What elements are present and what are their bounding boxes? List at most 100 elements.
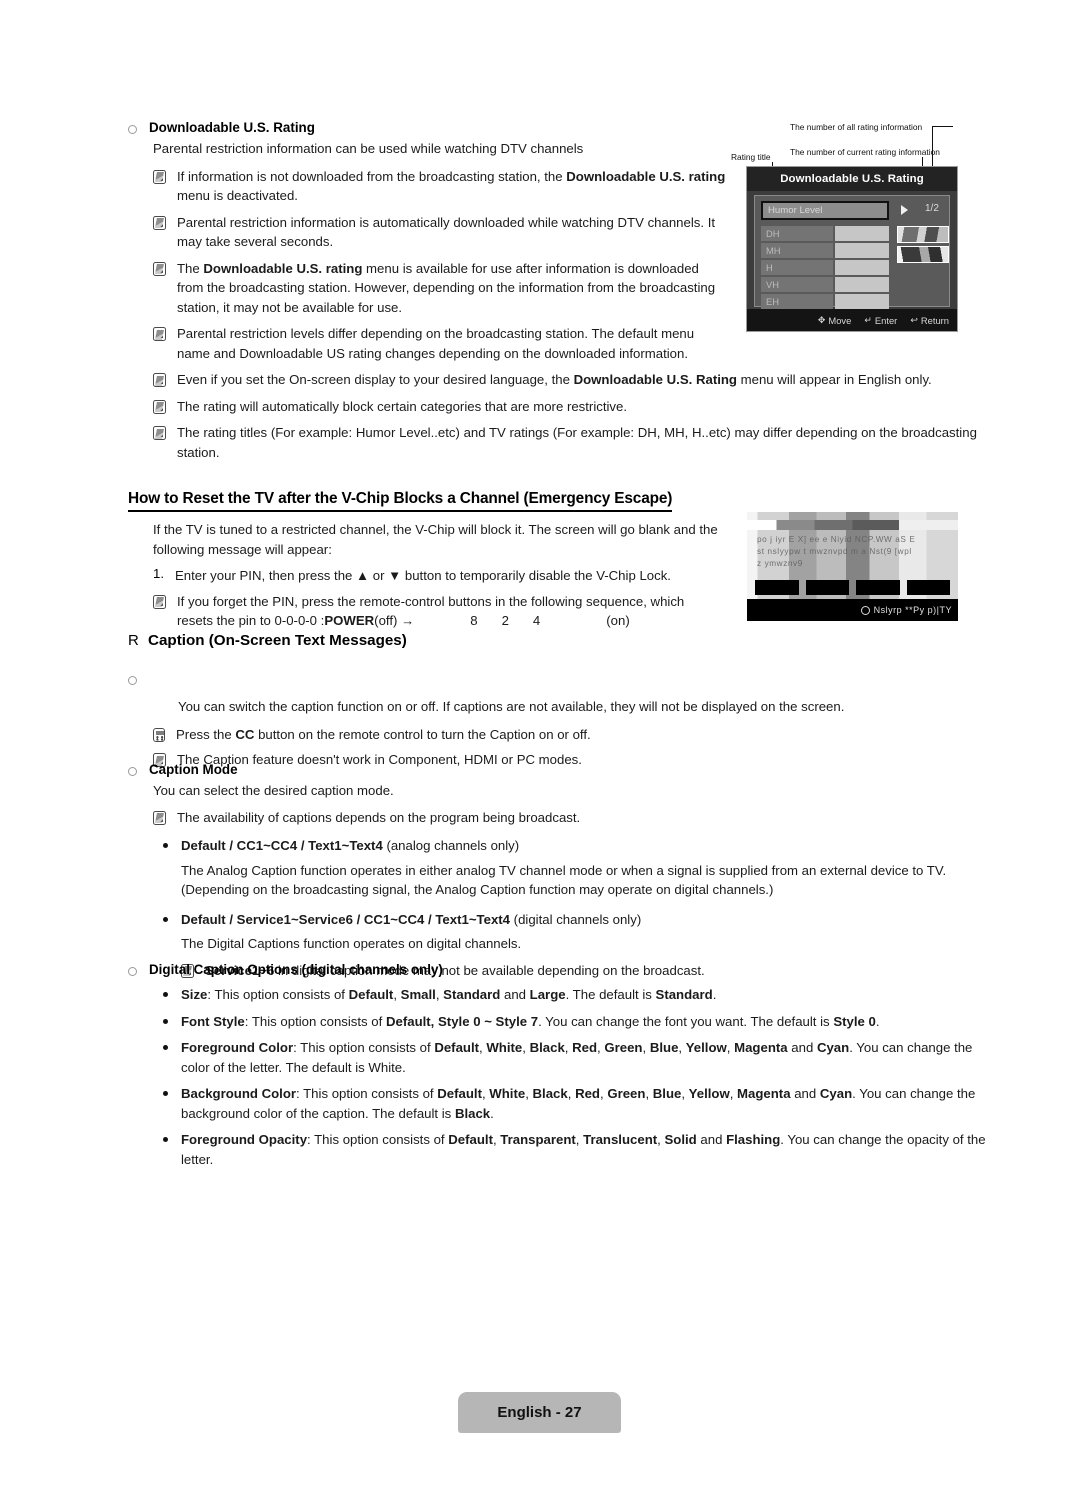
downloadable-rating-heading: Downloadable U.S. Rating — [149, 120, 315, 135]
plain-text: The — [177, 260, 204, 276]
plain-text: . You can change the font you want. The … — [538, 1013, 834, 1029]
annotation-rating-title: Rating title — [731, 152, 771, 162]
screen-line-2: st nslyypw t mwznvpd m a Nst(9 [wpl — [757, 547, 912, 556]
dot-bullet-icon — [163, 1018, 168, 1024]
digital-options-heading-row: Digital Caption Options (digital channel… — [128, 962, 988, 977]
note-icon — [153, 399, 166, 414]
osd-rating-row[interactable]: DH — [761, 226, 889, 241]
caption-mode-heading-row: Caption Mode — [128, 762, 988, 777]
key-8: 8 — [470, 613, 478, 628]
plain-text: : This option consists of — [293, 1040, 435, 1055]
emphasis-text: Black — [532, 1086, 568, 1101]
emphasis-text: Background Color — [181, 1086, 297, 1101]
note-text: The availability of captions depends on … — [177, 809, 581, 825]
emphasis-text: Green — [604, 1040, 643, 1055]
power-on-label: (on) — [606, 613, 630, 628]
osd-rating-value[interactable] — [835, 277, 889, 292]
plain-text: : This option consists of — [307, 1132, 449, 1147]
osd-rating-value[interactable] — [835, 226, 889, 241]
osd-rating-value[interactable] — [835, 260, 889, 275]
screen-scrambled-text: po j iyr E X] ee e Niyid NCP.WW aS E st … — [757, 534, 954, 570]
step-number: 1. — [153, 566, 164, 581]
screen-black-box — [755, 580, 799, 595]
step-text: Enter your PIN, then press the ▲ or ▼ bu… — [175, 568, 671, 583]
emphasis-text: White — [489, 1086, 526, 1101]
plain-text: . The default is — [565, 987, 656, 1002]
osd-selected-item[interactable]: Humor Level — [761, 201, 889, 220]
plain-text: (digital channels only) — [510, 911, 642, 927]
note-item: The rating titles (For example: Humor Le… — [153, 423, 983, 462]
emphasis-text: Solid — [664, 1132, 697, 1147]
osd-rating-value[interactable] — [835, 243, 889, 258]
power-off-label: (off) → — [374, 613, 415, 628]
plain-text: , — [645, 1086, 653, 1101]
dot-bullet-icon — [163, 992, 168, 997]
plain-text: , — [642, 1040, 650, 1055]
emphasis-text: Black — [454, 1105, 491, 1121]
caption-section: R Caption (On-Screen Text Messages) You … — [128, 632, 988, 776]
option-bullet: Foreground Opacity: This option consists… — [163, 1130, 988, 1169]
caption-mode-bullet: Default / CC1~CC4 / Text1~Text4 (analog … — [163, 836, 988, 856]
vchip-pin-note: If you forget the PIN, press the remote-… — [153, 592, 748, 631]
vchip-pin-note-line1: If you forget the PIN, press the remote-… — [177, 593, 685, 609]
emphasis-text: Downloadable U.S. Rating — [573, 372, 737, 387]
osd-hint-move-label: Move — [828, 314, 852, 326]
vchip-pin-sequence-line: resets the pin to 0-0-0-0 : POWER (off) … — [177, 611, 747, 631]
osd-rating-label: EH — [761, 294, 833, 309]
option-bullet: Size: This option consists of Default, S… — [163, 985, 988, 1005]
emphasis-text: Style 0 — [833, 1013, 876, 1029]
return-icon: ↩ — [910, 314, 918, 325]
plain-text: . — [490, 1105, 494, 1121]
osd-rating-row[interactable]: H — [761, 260, 889, 275]
note-icon — [153, 373, 166, 387]
chevron-right-icon — [901, 205, 908, 215]
note-item: The Downloadable U.S. rating menu is ava… — [153, 259, 728, 318]
plain-text: The rating will automatically block cert… — [177, 398, 628, 414]
osd-hint-enter: ↵ Enter — [864, 315, 897, 326]
downloadable-rating-heading-row: Downloadable U.S. Rating — [128, 120, 728, 135]
note-text: Even if you set the On-screen display to… — [177, 370, 932, 390]
emphasis-text: Default — [448, 1132, 493, 1147]
page-footer-label: English - 27 — [458, 1392, 621, 1433]
emphasis-text: Cyan — [816, 1040, 850, 1055]
plain-text: , — [726, 1040, 735, 1055]
emphasis-text: Green — [607, 1086, 646, 1101]
osd-thumbnail-image — [897, 246, 949, 263]
emphasis-text: Default — [437, 1086, 482, 1101]
osd-body: Humor Level 1/2 DH MH H VH EH — [754, 195, 950, 309]
osd-rating-label: MH — [761, 243, 833, 258]
note-item: The rating will automatically block cert… — [153, 397, 983, 417]
note-text: The rating will automatically block cert… — [177, 397, 627, 417]
osd-rating-row[interactable]: VH — [761, 277, 889, 292]
osd-rating-value[interactable] — [835, 294, 889, 309]
emphasis-text: Default, Style 0 ~ Style 7 — [385, 1013, 539, 1029]
osd-rating-label: H — [761, 260, 833, 275]
emphasis-text: Yellow — [685, 1040, 727, 1055]
emphasis-text: Cyan — [819, 1086, 853, 1101]
osd-footer-hints: ✥ Move ↵ Enter ↩ Return — [747, 309, 957, 331]
option-text: Size: This option consists of Default, S… — [181, 985, 988, 1005]
osd-hint-enter-label: Enter — [874, 314, 898, 326]
note-icon — [153, 215, 166, 230]
plain-text: , — [678, 1040, 686, 1055]
osd-rating-label: VH — [761, 277, 833, 292]
caption-mode-section: Caption Mode You can select the desired … — [128, 762, 988, 980]
dot-bullet-icon — [163, 1045, 168, 1050]
caption-mode-bullet-body: The Analog Caption function operates in … — [181, 862, 947, 898]
note-icon — [153, 810, 166, 825]
option-bullet: Font Style: This option consists of Defa… — [163, 1012, 988, 1032]
osd-hint-return-label: Return — [920, 314, 949, 326]
digital-options-heading: Digital Caption Options (digital channel… — [149, 962, 443, 977]
option-text: Font Style: This option consists of Defa… — [181, 1012, 988, 1032]
note-text: Parental restriction levels differ depen… — [177, 324, 728, 363]
caption-section-heading-row: R Caption (On-Screen Text Messages) — [128, 632, 988, 649]
osd-rating-row[interactable]: MH — [761, 243, 889, 258]
note-text: Press the CC button on the remote contro… — [176, 725, 591, 745]
emphasis-text: Foreground Opacity — [181, 1132, 308, 1147]
plain-text: and — [500, 987, 530, 1002]
screen-black-box — [856, 580, 900, 595]
screen-line-1: po j iyr E X] ee e Niyid NCP.WW aS E — [757, 535, 916, 544]
plain-text: If information is not downloaded from th… — [177, 168, 567, 184]
caption-mode-heading: Caption Mode — [149, 762, 238, 777]
osd-rating-row[interactable]: EH — [761, 294, 889, 309]
